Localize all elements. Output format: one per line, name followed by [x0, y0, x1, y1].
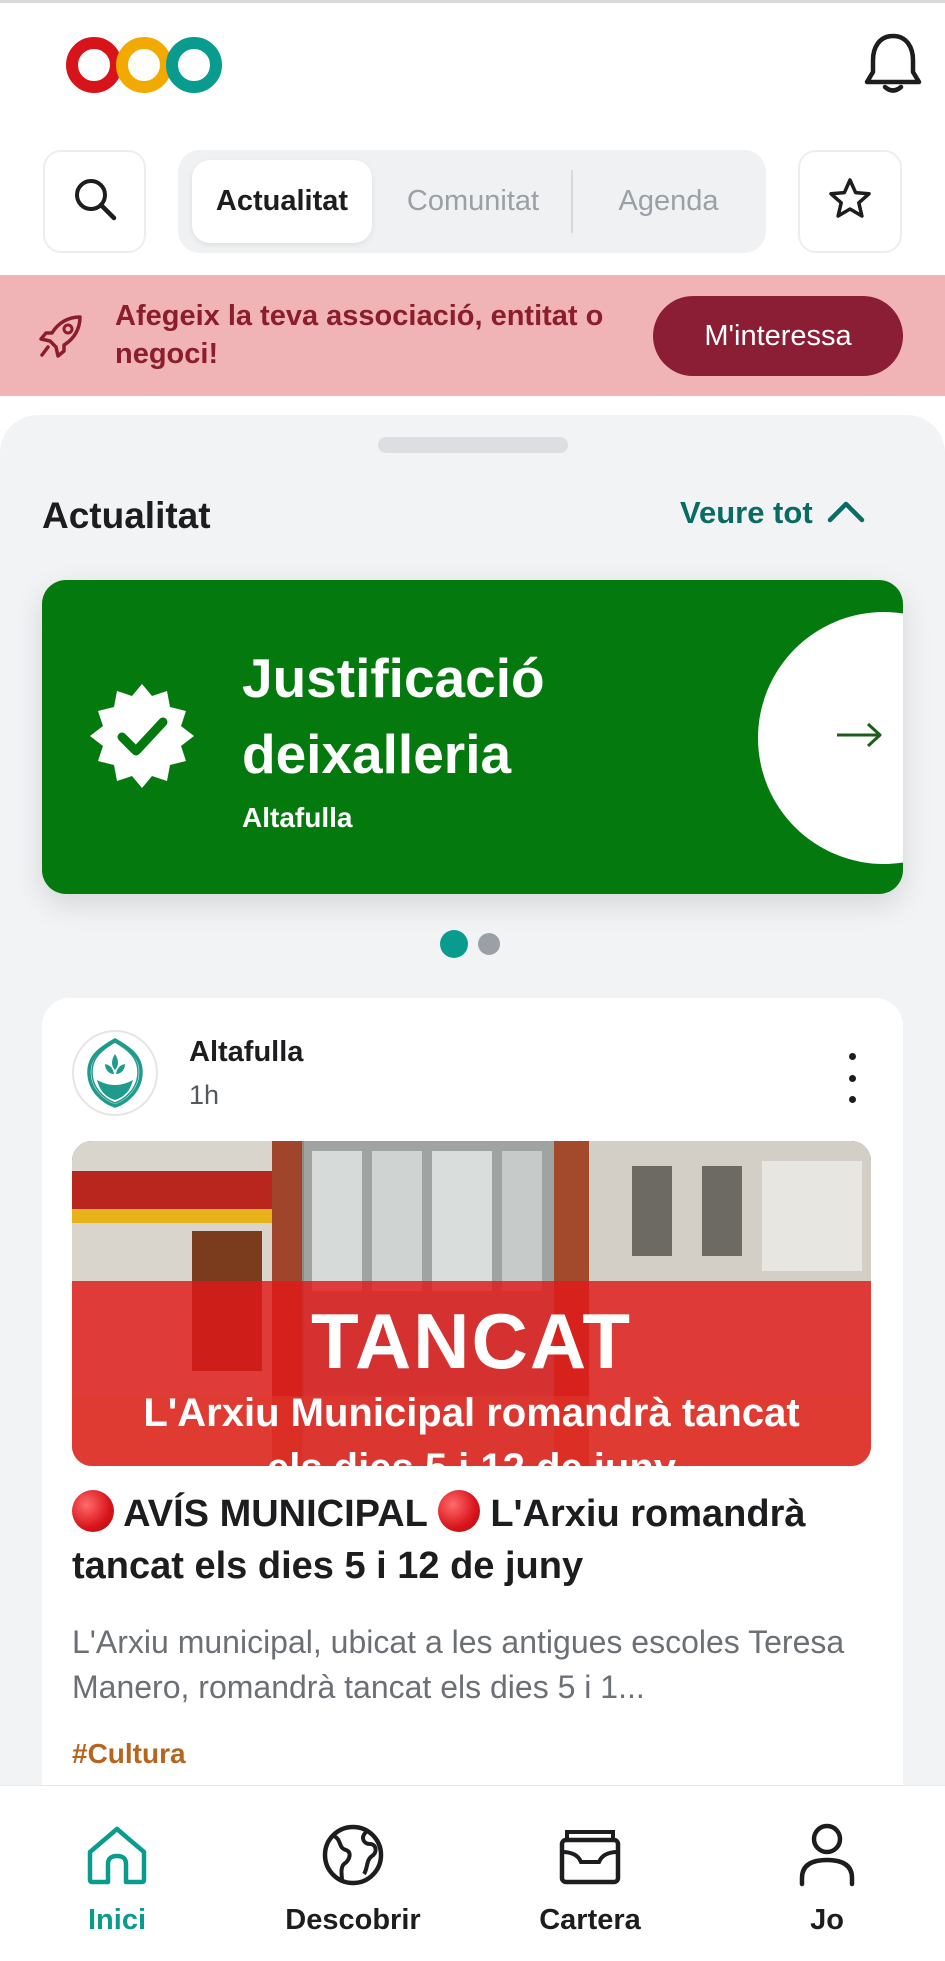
arrow-right-icon[interactable]	[835, 720, 885, 750]
rocket-icon	[36, 311, 86, 361]
home-icon	[82, 1820, 152, 1890]
favorites-button[interactable]	[798, 150, 902, 253]
nav-cartera[interactable]: Cartera	[495, 1786, 685, 1961]
search-button[interactable]	[43, 150, 146, 253]
more-options-icon[interactable]	[842, 1053, 862, 1103]
post-card[interactable]: Altafulla 1h TANCAT L'Arxiu Municipal ro…	[42, 998, 903, 1898]
nav-label-descobrir: Descobrir	[285, 1904, 421, 1936]
bell-icon[interactable]	[858, 26, 928, 100]
see-all-label: Veure tot	[680, 495, 813, 530]
post-title[interactable]: AVÍS MUNICIPAL L'Arxiu romandrà tancat e…	[72, 1488, 862, 1592]
bottom-navigation: Inici Descobrir Cartera Jo	[0, 1785, 945, 1961]
nav-descobrir[interactable]: Descobrir	[258, 1786, 448, 1961]
post-excerpt: L'Arxiu municipal, ubicat a les antigues…	[72, 1624, 845, 1705]
verified-badge-icon	[86, 680, 198, 792]
chevron-up-icon	[827, 495, 865, 531]
nav-label-cartera: Cartera	[539, 1904, 641, 1936]
nav-label-jo: Jo	[810, 1904, 844, 1936]
app-logo[interactable]	[64, 34, 224, 96]
post-title-prefix: AVÍS MUNICIPAL	[123, 1493, 428, 1535]
post-tag[interactable]: #Cultura	[72, 1738, 186, 1770]
status-divider	[0, 0, 945, 3]
see-all-link[interactable]: Veure tot	[680, 495, 865, 531]
tab-actualitat[interactable]: Actualitat	[192, 160, 372, 243]
post-time: 1h	[189, 1080, 220, 1110]
promo-title: Justificació deixalleria	[242, 647, 545, 785]
user-icon	[792, 1820, 862, 1890]
image-caption-line1: L'Arxiu Municipal romandrà tancat	[143, 1391, 800, 1435]
tab-comunitat[interactable]: Comunitat	[378, 160, 568, 243]
image-caption-line2: els dies 5 i 12 de juny	[72, 1446, 871, 1466]
search-icon	[72, 176, 118, 227]
tab-divider	[571, 170, 573, 233]
star-icon	[827, 176, 873, 227]
red-circle-emoji-icon	[72, 1490, 114, 1532]
promo-card[interactable]: Justificació deixalleria Altafulla	[42, 580, 903, 894]
banner-text: Afegeix la teva associació, entitat o ne…	[115, 300, 604, 370]
promo-banner: Afegeix la teva associació, entitat o ne…	[0, 275, 945, 396]
red-circle-emoji-icon	[437, 1490, 480, 1532]
content-tabs: Actualitat Comunitat Agenda	[178, 150, 766, 253]
section-title: Actualitat	[42, 495, 211, 536]
carousel-dot[interactable]	[478, 933, 500, 955]
avatar[interactable]	[72, 1030, 158, 1116]
nav-label-inici: Inici	[87, 1904, 146, 1936]
wallet-icon	[555, 1820, 625, 1890]
tab-agenda[interactable]: Agenda	[576, 160, 761, 243]
post-author[interactable]: Altafulla	[189, 1036, 303, 1069]
interested-button[interactable]: M'interessa	[653, 296, 903, 376]
sheet-handle[interactable]	[378, 437, 568, 453]
carousel-indicator	[440, 930, 500, 958]
globe-icon	[318, 1820, 388, 1890]
nav-jo[interactable]: Jo	[732, 1786, 922, 1961]
post-image[interactable]: TANCAT L'Arxiu Municipal romandrà tancat…	[72, 1141, 871, 1466]
image-headline: TANCAT	[310, 1297, 633, 1385]
promo-subtitle: Altafulla	[242, 802, 353, 833]
content-sheet: Actualitat Veure tot Justificació deixal…	[0, 415, 945, 1898]
carousel-dot-active[interactable]	[440, 930, 468, 958]
nav-inici[interactable]: Inici	[22, 1786, 212, 1961]
